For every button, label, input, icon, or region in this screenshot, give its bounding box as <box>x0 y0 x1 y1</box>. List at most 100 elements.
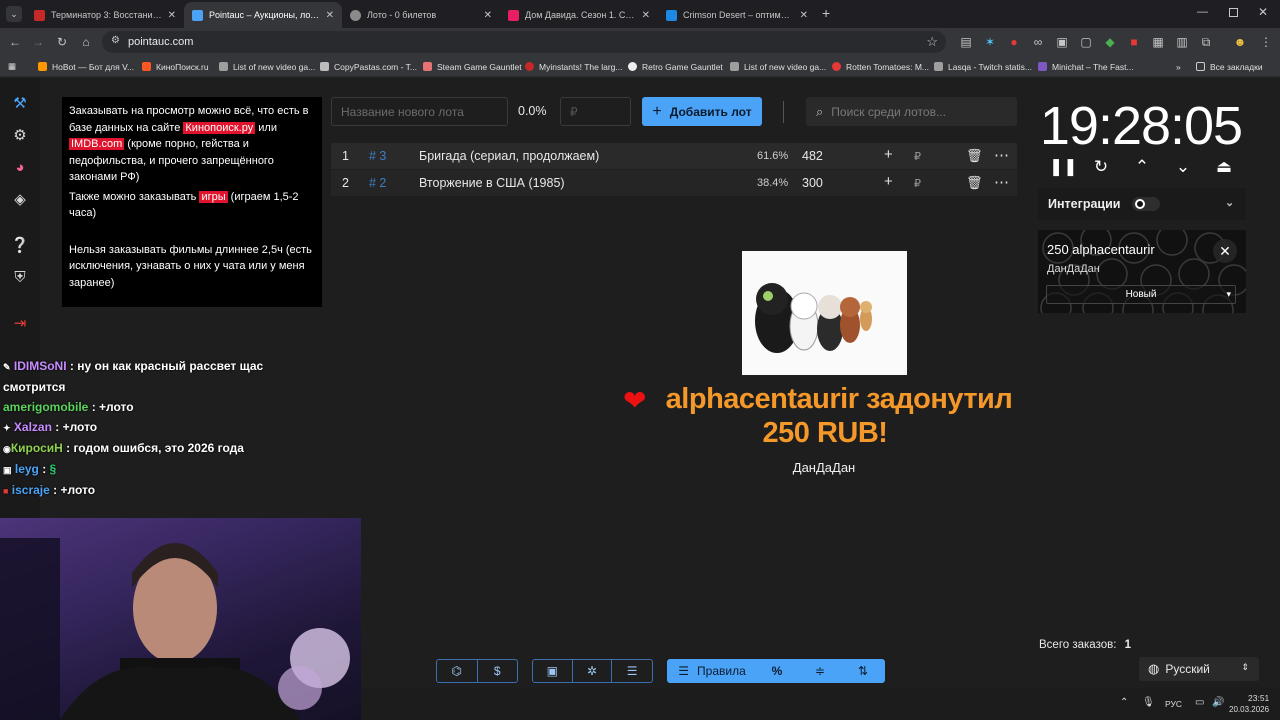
extension-icon[interactable]: ▣ <box>1054 34 1070 50</box>
close-window-button[interactable]: ✕ <box>1258 5 1268 19</box>
status-select[interactable]: Новый ▾ <box>1046 285 1236 304</box>
keyboard-language[interactable]: РУС <box>1165 699 1182 709</box>
extension-icon[interactable]: ◆ <box>1102 34 1118 50</box>
menu-kebab-icon[interactable]: ⋮ <box>1258 34 1274 50</box>
clock-date[interactable]: 20.03.2026 <box>1229 705 1269 714</box>
settings-gear-icon[interactable]: ⚙ <box>10 126 30 146</box>
all-bookmarks[interactable]: Все закладки <box>1196 59 1263 74</box>
trash-icon[interactable]: 🗑 <box>966 175 983 191</box>
bookmark-item[interactable]: Rotten Tomatoes: M... <box>832 59 929 74</box>
trash-icon[interactable]: 🗑 <box>966 148 983 164</box>
tab-search-icon[interactable]: ⌄ <box>6 6 22 22</box>
address-bar[interactable]: ⚙ pointauc.com ☆ <box>102 31 946 53</box>
forward-icon[interactable]: → <box>30 34 46 50</box>
wheel-pie-icon[interactable]: ◕ <box>10 158 30 178</box>
chevron-down-icon[interactable]: ⌄ <box>1225 196 1234 209</box>
lot-id-link[interactable]: # 3 <box>369 149 386 163</box>
apps-grid-icon[interactable]: ▦ <box>8 59 16 74</box>
add-lot-button[interactable]: + Добавить лот <box>642 97 762 126</box>
new-tab-button[interactable]: + <box>822 5 830 21</box>
save-icon[interactable]: ▣ <box>533 660 573 682</box>
bookmark-item[interactable]: HoBot — Бот для V... <box>38 59 134 74</box>
bookmark-item[interactable]: КиноПоиск.ru <box>142 59 209 74</box>
browser-tab-active[interactable]: Pointauc – Аукционы, лотере ✕ <box>184 2 342 28</box>
more-bookmarks-icon[interactable]: » <box>1176 59 1181 74</box>
shield-icon[interactable]: ⛨ <box>10 268 30 288</box>
new-lot-name-input[interactable] <box>331 97 508 126</box>
integrations-toggle[interactable] <box>1132 197 1160 211</box>
imdb-link[interactable]: IMDB.com <box>69 138 125 150</box>
collapse-icon[interactable]: ⏏ <box>1213 156 1235 178</box>
decrease-icon[interactable]: ⌄ <box>1172 156 1194 178</box>
layers-icon[interactable]: ◈ <box>10 190 30 210</box>
bookmark-item[interactable]: List of new video ga... <box>219 59 315 74</box>
browser-tab[interactable]: Лото - 0 билетов ✕ <box>342 2 500 28</box>
extension-icon[interactable]: ▤ <box>958 34 974 50</box>
ruble-icon[interactable]: ₽ <box>914 177 921 190</box>
close-icon[interactable]: ✕ <box>1213 239 1237 263</box>
lot-search-input[interactable]: ⌕ Поиск среди лотов... <box>806 97 1017 126</box>
language-select[interactable]: ◍ Русский ⇕ <box>1139 657 1259 681</box>
bookmark-item[interactable]: List of new video ga... <box>730 59 826 74</box>
kinopoisk-link[interactable]: Кинопоиск.ру <box>183 121 256 134</box>
add-amount-icon[interactable]: + <box>884 173 893 190</box>
extension-icon[interactable]: ■ <box>1126 34 1142 50</box>
lot-amount-input[interactable] <box>560 97 631 126</box>
integrations-panel[interactable]: Интеграции ⌄ <box>1038 188 1246 220</box>
site-info-icon[interactable]: ⚙ <box>111 35 120 46</box>
more-icon[interactable]: ⋯ <box>994 173 1009 191</box>
extension-icon[interactable]: ▥ <box>1174 34 1190 50</box>
clock-time[interactable]: 23:51 <box>1248 693 1269 703</box>
close-icon[interactable]: ✕ <box>794 10 808 21</box>
bookmark-item[interactable]: Myinstants! The larg... <box>525 59 622 74</box>
lot-id-link[interactable]: # 2 <box>369 176 386 190</box>
github-icon[interactable]: ⌬ <box>437 660 478 682</box>
volume-icon[interactable]: 🔊 <box>1212 697 1224 708</box>
tray-chevron-icon[interactable]: ⌃ <box>1120 697 1128 708</box>
increase-icon[interactable]: ⌃ <box>1131 156 1153 178</box>
percent-toggle-icon[interactable]: % <box>756 660 798 682</box>
close-icon[interactable]: ✕ <box>320 10 334 21</box>
reset-icon[interactable]: ↻ <box>1090 156 1112 178</box>
bookmark-item[interactable]: Steam Game Gauntlet <box>423 59 522 74</box>
network-icon[interactable]: ▭ <box>1195 697 1204 708</box>
ruble-icon[interactable]: ₽ <box>914 150 921 163</box>
home-icon[interactable]: ⌂ <box>78 34 94 50</box>
pause-icon[interactable]: ❚❚ <box>1049 156 1078 178</box>
extension-icon[interactable]: ✶ <box>982 34 998 50</box>
restore-button[interactable] <box>1229 8 1238 17</box>
bookmark-item[interactable]: Lasqa - Twitch statis... <box>934 59 1032 74</box>
browser-tab[interactable]: Crimson Desert – оптимальны✕ <box>658 2 816 28</box>
games-link[interactable]: игры <box>199 190 228 203</box>
close-icon[interactable]: ✕ <box>636 10 650 21</box>
sort-icon[interactable]: ⇅ <box>842 660 884 682</box>
microphone-icon[interactable]: 🎙 <box>1142 697 1155 708</box>
bookmark-item[interactable]: Retro Game Gauntlet <box>628 59 723 74</box>
bookmark-item[interactable]: CopyPastas.com - T... <box>320 59 417 74</box>
auction-hammer-icon[interactable]: ⚒ <box>10 94 30 114</box>
extension-icon[interactable]: ● <box>1006 34 1022 50</box>
rules-button[interactable]: ☰ Правила <box>668 660 756 682</box>
back-icon[interactable]: ← <box>7 34 23 50</box>
browser-tab[interactable]: Дом Давида. Сезон 1. Серия 8✕ <box>500 2 658 28</box>
reload-icon[interactable]: ↻ <box>54 34 70 50</box>
compact-view-icon[interactable]: ≑ <box>798 660 842 682</box>
bookmark-star-icon[interactable]: ☆ <box>926 34 938 50</box>
extension-icon[interactable]: ▢ <box>1078 34 1094 50</box>
help-icon[interactable]: ❔ <box>10 236 30 256</box>
extension-icon[interactable]: ▦ <box>1150 34 1166 50</box>
extension-icon[interactable]: ∞ <box>1030 34 1046 50</box>
extensions-puzzle-icon[interactable]: ⧉ <box>1198 34 1214 50</box>
clear-list-icon[interactable]: ☰ <box>612 660 652 682</box>
profile-avatar[interactable]: ☻ <box>1232 34 1248 50</box>
close-icon[interactable]: ✕ <box>162 10 176 21</box>
logout-icon[interactable]: ⇥ <box>10 314 30 334</box>
minimize-button[interactable]: — <box>1197 6 1208 18</box>
close-icon[interactable]: ✕ <box>478 10 492 21</box>
bug-icon[interactable]: ✲ <box>573 660 613 682</box>
donate-dollar-icon[interactable]: $ <box>478 660 518 682</box>
add-amount-icon[interactable]: + <box>884 146 893 163</box>
more-icon[interactable]: ⋯ <box>994 146 1009 164</box>
browser-tab[interactable]: Терминатор 3: Восстание маш✕ <box>26 2 184 28</box>
bookmark-item[interactable]: Minichat – The Fast... <box>1038 59 1134 74</box>
